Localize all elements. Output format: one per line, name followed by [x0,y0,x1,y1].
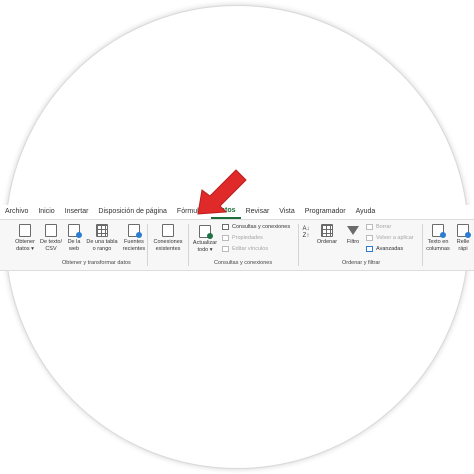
sort-az-button[interactable]: A↓ Z↑ [300,226,312,240]
text-file-icon [45,224,57,237]
tab-vista[interactable]: Vista [274,205,299,219]
relleno-rapido-button[interactable]: Relle rápi [452,224,474,252]
tab-ayuda[interactable]: Ayuda [351,205,381,219]
queries-icon [222,224,229,230]
database-icon [19,224,31,237]
filter-icon [347,226,359,235]
red-arrow-icon [197,169,247,215]
sort-az-icon: A↓ Z↑ [302,226,310,239]
texto-csv-button[interactable]: De texto/ CSV [38,224,64,252]
advanced-filter-icon [366,246,373,252]
tab-programador[interactable]: Programador [300,205,351,219]
tab-disposicion[interactable]: Disposición de página [93,205,172,219]
obtener-datos-button[interactable]: Obtener datos ▾ [12,224,38,252]
ordenar-button[interactable]: Ordenar [314,224,340,246]
sort-icon [321,224,333,237]
group-separator [298,224,299,266]
conexiones-existentes-button[interactable]: Conexiones existentes [150,224,186,252]
volver-aplicar-button[interactable]: Volver a aplicar [366,235,414,241]
clear-icon [366,224,373,230]
group-separator [422,224,423,266]
propiedades-button[interactable]: Propiedades [222,235,263,241]
recent-sources-icon [128,224,142,238]
actualizar-todo-button[interactable]: Actualizar todo ▾ [190,225,220,253]
reapply-icon [366,235,373,241]
tab-inicio[interactable]: Inicio [33,205,59,219]
edit-links-icon [222,246,229,252]
avanzadas-button[interactable]: Avanzadas [366,246,403,252]
consultas-conexiones-button[interactable]: Consultas y conexiones [222,224,290,230]
group-label-consultas: Consultas y conexiones [214,260,273,266]
web-icon [68,224,82,238]
texto-columnas-button[interactable]: Texto en columnas [424,224,452,252]
refresh-icon [199,225,213,239]
tab-archivo[interactable]: Archivo [0,205,33,219]
text-to-columns-icon [432,224,446,238]
filtro-button[interactable]: Filtro [342,224,364,246]
table-icon [96,224,108,237]
group-separator [147,224,148,266]
borrar-button[interactable]: Borrar [366,224,391,230]
editar-vinculos-button[interactable]: Editar vínculos [222,246,268,252]
existing-connections-icon [162,224,174,237]
ribbon: Obtener datos ▾ De texto/ CSV De la web … [0,219,474,271]
group-separator [188,224,189,266]
flash-fill-icon [457,224,471,238]
tab-insertar[interactable]: Insertar [60,205,94,219]
tabla-rango-button[interactable]: De una tabla o rango [84,224,120,252]
fuentes-recientes-button[interactable]: Fuentes recientes [120,224,148,252]
web-button[interactable]: De la web [64,224,84,252]
group-label-obtener: Obtener y transformar datos [62,260,131,266]
properties-icon [222,235,229,241]
group-label-ordenar: Ordenar y filtrar [342,260,381,266]
